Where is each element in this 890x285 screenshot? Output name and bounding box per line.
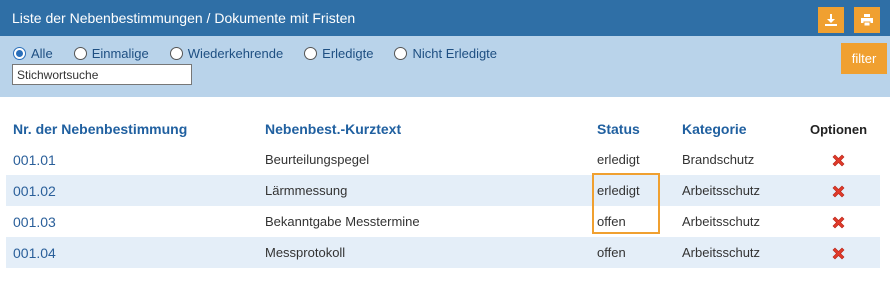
cell-kurztext: Messprotokoll [265, 237, 597, 268]
download-button[interactable] [818, 7, 844, 33]
column-header-optionen: Optionen [809, 121, 868, 137]
title-bar: Liste der Nebenbestimmungen / Dokumente … [0, 0, 890, 36]
cell-kategorie: Brandschutz [682, 152, 755, 167]
table-row[interactable]: 001.03 Bekanntgabe Messtermine offen Arb… [6, 206, 880, 237]
cell-status: offen [597, 214, 626, 229]
radio-nicht-erledigte[interactable]: Nicht Erledigte [394, 46, 497, 61]
cell-kategorie: Arbeitsschutz [682, 237, 797, 268]
cell-optionen [797, 237, 880, 268]
cell-kurztext: Beurteilungspegel [265, 152, 370, 167]
filter-button[interactable]: filter [841, 43, 887, 74]
page-title: Liste der Nebenbestimmungen / Dokumente … [12, 10, 356, 26]
radio-einmalige[interactable]: Einmalige [73, 46, 149, 61]
radio-alle[interactable]: Alle [13, 46, 53, 61]
nebenbestimmungen-table: Nr. der Nebenbestimmung Nebenbest.-Kurzt… [6, 114, 880, 268]
cell-kategorie: Arbeitsschutz [682, 175, 797, 206]
cell-nr[interactable]: 001.03 [6, 206, 265, 237]
cell-status: erledigt [597, 175, 682, 206]
filter-radio-group: Alle Einmalige Wiederkehrende Erledigte … [13, 46, 518, 61]
radio-erledigte[interactable]: Erledigte [304, 46, 373, 61]
cell-optionen [797, 144, 880, 175]
radio-button-icon [304, 47, 318, 60]
print-icon [861, 14, 873, 27]
radio-label: Alle [31, 46, 53, 61]
delete-icon[interactable] [831, 184, 846, 199]
column-header-status[interactable]: Status [597, 114, 682, 144]
cell-kurztext: Bekanntgabe Messtermine [265, 214, 420, 229]
radio-button-icon [73, 47, 87, 60]
radio-label: Wiederkehrende [187, 46, 284, 61]
radio-label: Erledigte [322, 46, 374, 61]
column-header-kategorie[interactable]: Kategorie [682, 114, 797, 144]
cell-kategorie: Arbeitsschutz [682, 214, 761, 229]
radio-label: Einmalige [91, 46, 149, 61]
print-button[interactable] [854, 7, 880, 33]
cell-optionen [797, 175, 880, 206]
radio-label: Nicht Erledigte [412, 46, 498, 61]
cell-nr[interactable]: 001.02 [6, 175, 265, 206]
download-icon [825, 14, 837, 26]
radio-button-icon [169, 47, 183, 60]
cell-kurztext: Lärmmessung [265, 175, 597, 206]
delete-icon[interactable] [831, 246, 846, 261]
table-row[interactable]: 001.02 Lärmmessung erledigt Arbeitsschut… [6, 175, 880, 206]
cell-nr[interactable]: 001.04 [6, 237, 265, 268]
table-header-row: Nr. der Nebenbestimmung Nebenbest.-Kurzt… [6, 114, 880, 144]
table-row[interactable]: 001.01 Beurteilungspegel erledigt Brands… [6, 144, 880, 175]
search-input[interactable] [12, 64, 192, 85]
delete-icon[interactable] [831, 215, 846, 230]
delete-icon[interactable] [831, 153, 846, 168]
radio-wiederkehrende[interactable]: Wiederkehrende [169, 46, 284, 61]
column-header-nr[interactable]: Nr. der Nebenbestimmung [6, 114, 265, 144]
filter-bar: Alle Einmalige Wiederkehrende Erledigte … [0, 36, 890, 97]
table-row[interactable]: 001.04 Messprotokoll offen Arbeitsschutz [6, 237, 880, 268]
radio-button-icon [13, 47, 26, 60]
radio-button-icon [394, 47, 408, 60]
cell-status: erledigt [597, 152, 640, 167]
cell-nr[interactable]: 001.01 [6, 144, 265, 175]
cell-status: offen [597, 237, 682, 268]
cell-optionen [797, 206, 880, 237]
column-header-kurztext[interactable]: Nebenbest.-Kurztext [265, 114, 597, 144]
